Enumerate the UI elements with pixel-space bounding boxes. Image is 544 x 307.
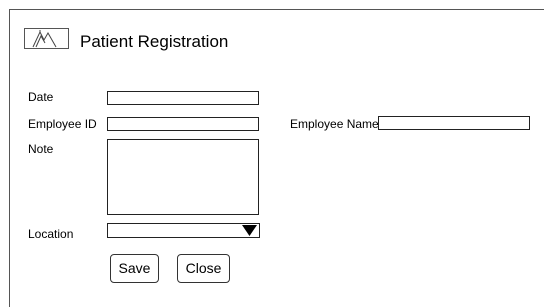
- logo-placeholder: [24, 28, 69, 49]
- note-label: Note: [28, 142, 54, 156]
- employee-name-field[interactable]: [378, 116, 530, 130]
- location-label: Location: [28, 227, 74, 241]
- form-window: Patient Registration Date Employee ID Em…: [9, 9, 544, 307]
- mountain-image-icon: [32, 30, 57, 48]
- save-button[interactable]: Save: [110, 254, 159, 283]
- employee-id-label: Employee ID: [28, 117, 97, 131]
- triangle-down-icon[interactable]: [242, 225, 257, 236]
- date-label: Date: [28, 90, 54, 104]
- page-title: Patient Registration: [80, 32, 229, 51]
- close-button[interactable]: Close: [177, 254, 230, 283]
- date-field[interactable]: [107, 91, 259, 105]
- employee-name-label: Employee Name: [290, 117, 379, 131]
- location-select[interactable]: [107, 223, 260, 238]
- note-textarea[interactable]: [107, 139, 259, 215]
- employee-id-field[interactable]: [107, 117, 259, 131]
